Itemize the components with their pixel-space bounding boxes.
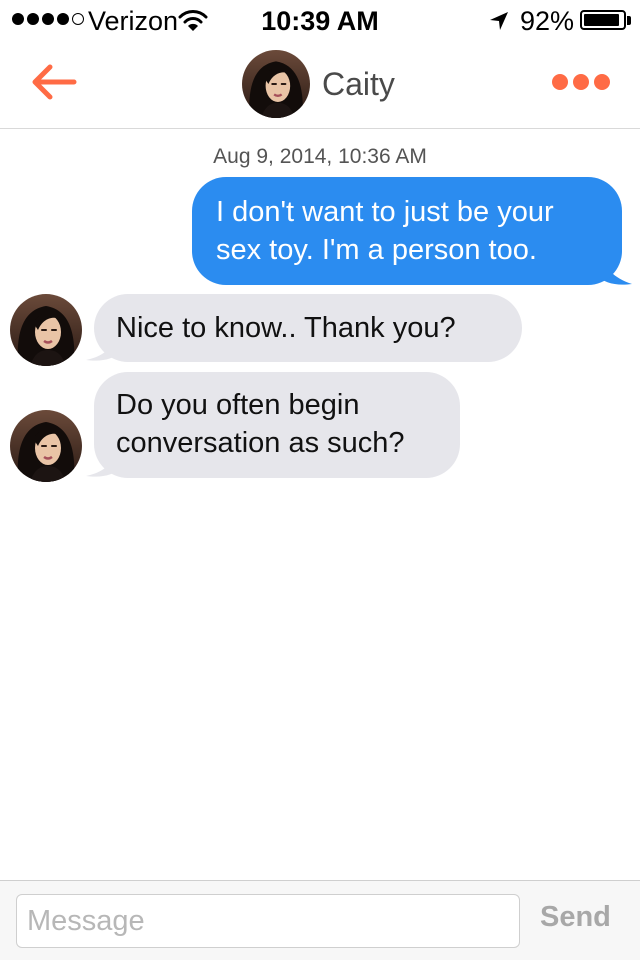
message-line: Do you often begin [116, 389, 360, 421]
received-message-bubble[interactable]: Nice to know.. Thank you? [94, 294, 522, 362]
battery-tip [627, 16, 631, 25]
contact-name: Caity [322, 65, 395, 102]
status-bar: Verizon 10:39 AM 92% [0, 0, 640, 40]
send-button[interactable]: Send [540, 901, 611, 934]
battery-icon [580, 10, 626, 30]
back-arrow-icon[interactable] [30, 62, 78, 102]
conversation-timestamp: Aug 9, 2014, 10:36 AM [213, 145, 427, 168]
contact-profile-link[interactable]: Caity [242, 50, 395, 118]
battery-percentage: 92% [520, 6, 575, 36]
message-line: sex toy. I'm a person too. [216, 234, 537, 266]
message-input[interactable] [16, 894, 520, 948]
message-line: conversation as such? [116, 427, 405, 459]
message-composer: Send [0, 880, 640, 960]
battery-level [584, 14, 619, 26]
more-dots-icon[interactable] [552, 74, 610, 90]
message-line: Nice to know.. Thank you? [116, 312, 456, 344]
more-dot [552, 74, 568, 90]
more-dot [573, 74, 589, 90]
sender-avatar[interactable] [10, 410, 82, 482]
contact-avatar[interactable] [242, 50, 310, 118]
sent-message-bubble[interactable]: I don't want to just be your sex toy. I'… [192, 177, 622, 285]
received-message-bubble[interactable]: Do you often begin conversation as such? [94, 372, 460, 478]
conversation-header: Caity [0, 40, 640, 129]
message-line: I don't want to just be your [216, 196, 554, 228]
sender-avatar[interactable] [10, 294, 82, 366]
location-arrow-icon [490, 12, 508, 30]
more-dot [594, 74, 610, 90]
